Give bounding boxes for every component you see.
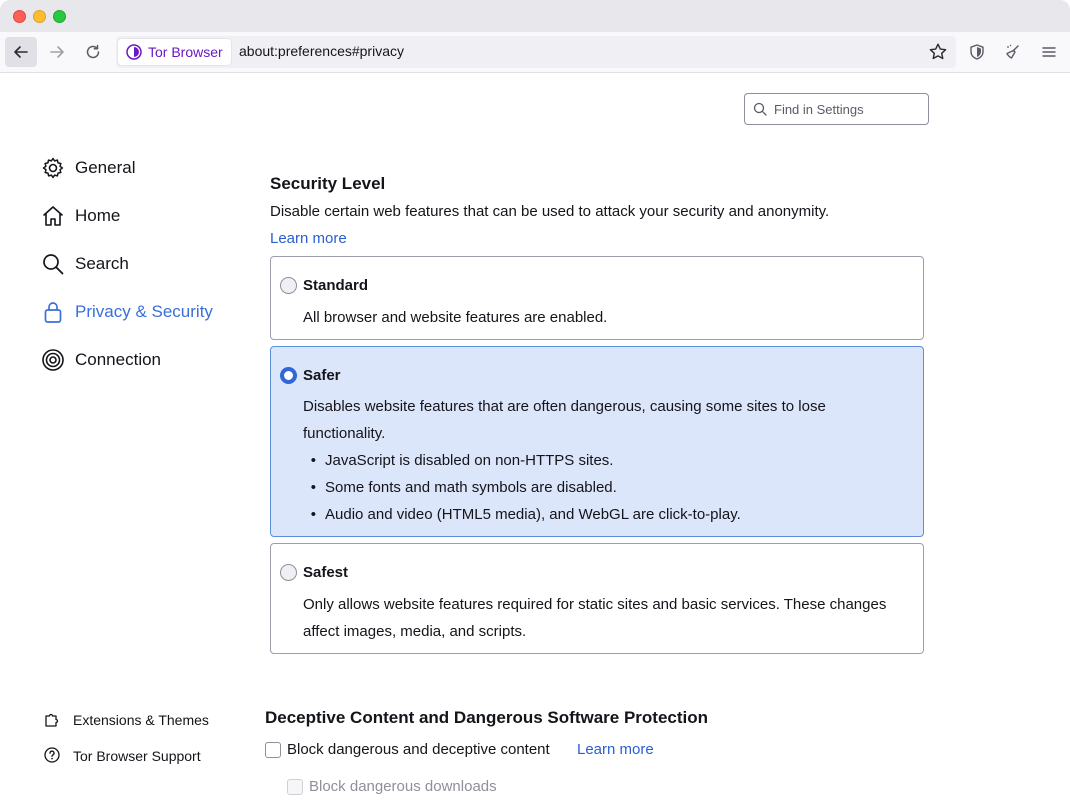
standard-radio[interactable] <box>280 277 297 294</box>
broom-icon <box>1006 44 1019 59</box>
search-icon <box>41 252 65 276</box>
option-description: All browser and website features are ena… <box>303 309 608 326</box>
security-option-safest[interactable]: Safest Only allows website features requ… <box>270 543 924 654</box>
maximize-window-button[interactable] <box>53 10 66 23</box>
security-level-learn-more-link[interactable]: Learn more <box>270 230 347 247</box>
hamburger-menu-icon <box>1042 47 1056 57</box>
deceptive-learn-more-link[interactable]: Learn more <box>577 741 654 758</box>
arrow-left-icon <box>14 46 28 58</box>
sidebar-item-support[interactable]: Tor Browser Support <box>43 745 201 767</box>
security-option-standard[interactable]: Standard All browser and website feature… <box>270 256 924 340</box>
safer-bullet-list: • JavaScript is disabled on non-HTTPS sit… <box>303 447 741 528</box>
back-button[interactable] <box>5 37 37 67</box>
block-deceptive-content-label[interactable]: Block dangerous and deceptive content <box>287 741 550 758</box>
safer-radio[interactable] <box>280 367 297 384</box>
reload-button[interactable] <box>77 37 109 67</box>
help-icon <box>43 746 61 767</box>
option-description: Only allows website features required fo… <box>303 596 887 640</box>
puzzle-icon <box>43 710 61 731</box>
identity-box[interactable]: Tor Browser <box>118 39 231 65</box>
arrow-right-icon <box>50 46 64 58</box>
search-icon <box>753 102 767 116</box>
list-item: • Some fonts and math symbols are disable… <box>310 479 617 496</box>
browser-window: Tor Browser about:preferences#privacy Fi… <box>0 0 1070 808</box>
tor-logo-icon <box>126 44 142 60</box>
sidebar-item-label: Connection <box>75 350 162 369</box>
sidebar-item-label: Privacy & Security <box>75 302 213 321</box>
sidebar-item-label: General <box>75 158 136 177</box>
sidebar-item-general[interactable]: General <box>41 153 135 183</box>
url-text[interactable]: about:preferences#privacy <box>239 43 404 59</box>
home-icon <box>41 204 65 228</box>
sidebar-item-label: Home <box>75 206 121 225</box>
option-title: Safest <box>303 564 349 581</box>
new-identity-button[interactable] <box>999 38 1027 66</box>
list-item: • JavaScript is disabled on non-HTTPS sit… <box>310 452 614 469</box>
sidebar-item-extensions-themes[interactable]: Extensions & Themes <box>43 709 209 731</box>
list-item: • Audio and video (HTML5 media), and WebG… <box>310 506 741 523</box>
sidebar-item-label: Tor Browser Support <box>73 748 201 764</box>
security-level-heading: Security Level <box>270 174 386 193</box>
forward-button[interactable] <box>41 37 73 67</box>
security-level-description: Disable certain web features that can be… <box>270 203 830 220</box>
sidebar-item-search[interactable]: Search <box>41 249 129 279</box>
identity-label: Tor Browser <box>148 44 223 60</box>
option-title: Safer <box>303 367 341 384</box>
find-in-settings-input[interactable] <box>774 101 919 117</box>
reload-icon <box>86 44 100 59</box>
option-title: Standard <box>303 277 369 294</box>
navigation-toolbar: Tor Browser about:preferences#privacy <box>0 32 1070 73</box>
deceptive-content-heading: Deceptive Content and Dangerous Software… <box>265 708 709 727</box>
block-dangerous-downloads-label: Block dangerous downloads <box>309 778 497 795</box>
find-in-settings[interactable] <box>744 93 929 125</box>
sidebar-item-label: Extensions & Themes <box>73 712 209 728</box>
onion-icon <box>41 348 65 372</box>
block-deceptive-content-checkbox[interactable] <box>265 742 281 758</box>
safest-radio[interactable] <box>280 564 297 581</box>
app-menu-button[interactable] <box>1035 38 1063 66</box>
sidebar-item-privacy-security[interactable]: Privacy & Security <box>41 297 213 327</box>
sidebar-item-connection[interactable]: Connection <box>41 345 161 375</box>
preferences-page: General Home Search Privacy & Security C… <box>0 74 1070 808</box>
shield-icon <box>970 44 984 60</box>
sidebar-item-label: Search <box>75 254 129 273</box>
sidebar-item-home[interactable]: Home <box>41 201 120 231</box>
title-bar <box>0 0 1070 32</box>
close-window-button[interactable] <box>13 10 26 23</box>
security-option-safer[interactable]: Safer Disables website features that are… <box>270 346 924 537</box>
lock-icon <box>41 300 65 324</box>
bookmark-star-icon[interactable] <box>928 42 948 67</box>
gear-icon <box>41 156 65 180</box>
option-description: Disables website features that are often… <box>303 398 826 442</box>
minimize-window-button[interactable] <box>33 10 46 23</box>
url-bar[interactable]: Tor Browser about:preferences#privacy <box>116 36 956 68</box>
block-dangerous-downloads-checkbox[interactable] <box>287 779 303 795</box>
security-level-button[interactable] <box>963 38 991 66</box>
